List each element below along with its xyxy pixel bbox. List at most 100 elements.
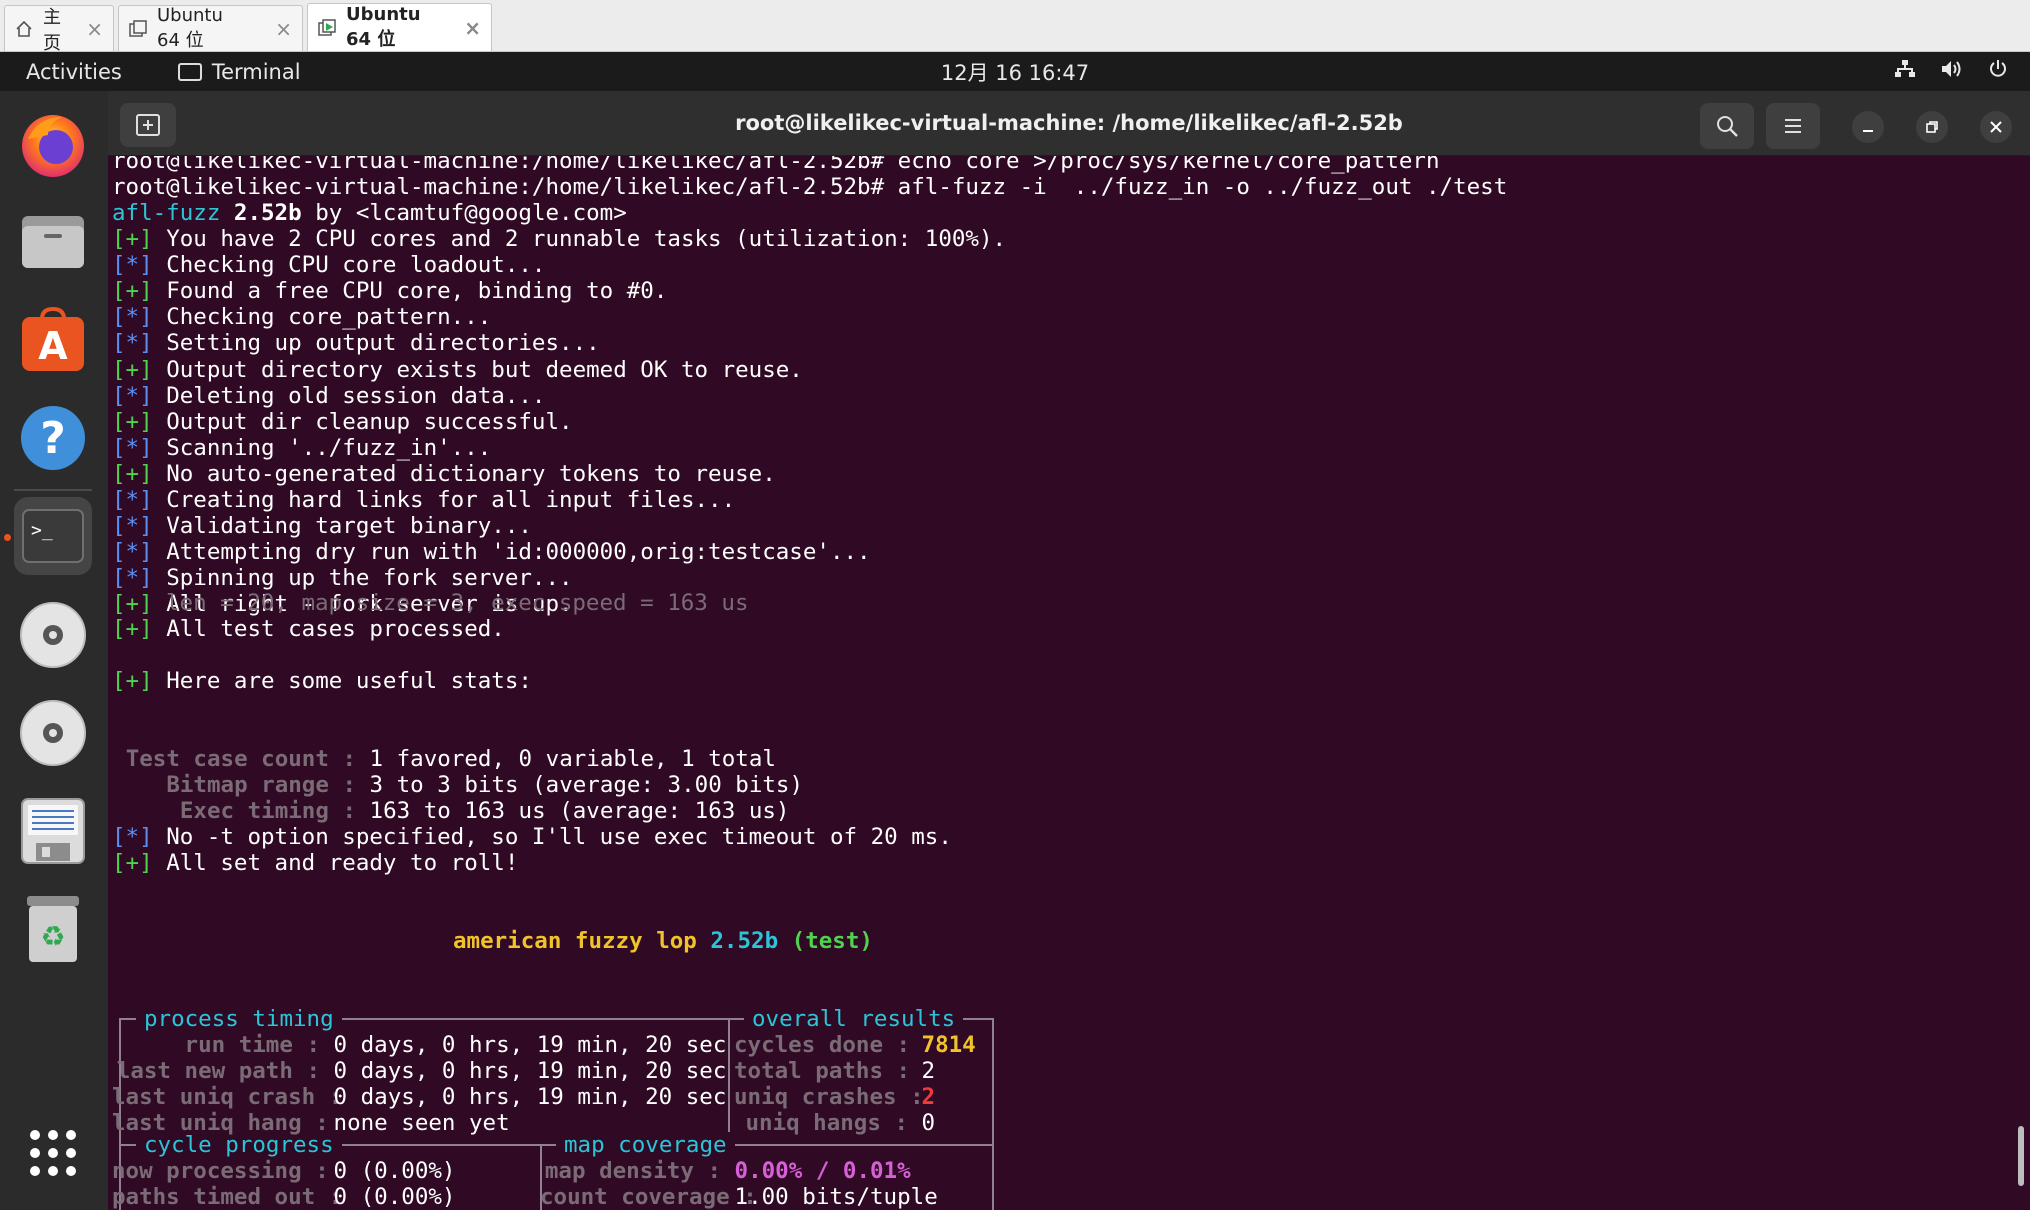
dry-run-stats: len = 20, map size = 3, exec speed = 163… <box>166 590 749 616</box>
host-tab-vm-active[interactable]: Ubuntu 64 位 × <box>307 3 492 51</box>
optical-disc-icon <box>20 602 86 668</box>
overall-results-row: uniq hangs : 0 <box>745 1110 936 1137</box>
close-button[interactable] <box>1980 111 2012 143</box>
message-line: [+] Output dir cleanup successful. <box>112 408 573 435</box>
stat-row: Bitmap range : 3 to 3 bits (average: 3.0… <box>166 772 804 799</box>
app-menu-terminal[interactable]: Terminal <box>177 59 301 84</box>
system-tray[interactable] <box>1894 52 2008 91</box>
map-coverage-header: map coverage <box>556 1132 735 1158</box>
terminal-output[interactable]: root@likelikec-virtual-machine:/home/lik… <box>112 156 2012 1210</box>
process-timing-row: last new path : 0 days, 0 hrs, 19 min, 2… <box>116 1058 727 1085</box>
trash-icon: ♻ <box>27 896 79 962</box>
message-line: [*] Scanning '../fuzz_in'... <box>112 434 492 461</box>
dock-help[interactable]: ? <box>14 399 92 477</box>
terminal-icon: >_ <box>22 509 84 563</box>
process-timing-row: last uniq hang : none seen yet <box>112 1110 510 1137</box>
svg-text:♻: ♻ <box>40 920 65 953</box>
minimize-icon <box>1863 130 1873 132</box>
overall-results-row: total paths : 2 <box>734 1058 936 1085</box>
message-line: [*] Deleting old session data... <box>112 382 546 409</box>
clock-button[interactable]: 12月 16 16:47 <box>941 61 1089 85</box>
dock-firefox[interactable] <box>14 105 92 183</box>
files-icon <box>22 216 84 268</box>
dock-terminal[interactable]: >_ <box>14 497 92 575</box>
minimize-button[interactable] <box>1852 111 1884 143</box>
power-icon[interactable] <box>1988 59 2008 84</box>
output-line: root@likelikec-virtual-machine:/home/lik… <box>112 156 1440 174</box>
vm-running-icon <box>318 18 336 38</box>
stat-row: Exec timing : 163 to 163 us (average: 16… <box>179 798 790 825</box>
floppy-disk-icon <box>21 798 85 864</box>
volume-icon[interactable] <box>1940 59 1964 84</box>
message-line: [+] All set and ready to roll! <box>112 850 519 876</box>
close-icon <box>1990 121 2002 133</box>
clock-area: 12月 16 16:47 <box>0 57 2030 87</box>
dock-disc-2[interactable] <box>14 694 92 772</box>
app-menu-label: Terminal <box>211 59 301 84</box>
message-line: [+] All test cases processed. <box>112 616 505 642</box>
host-tab-vm[interactable]: Ubuntu 64 位 × <box>118 5 303 51</box>
dock: A ? >_ ♻ <box>0 91 108 1210</box>
overall-results-header: overall results <box>744 1006 964 1032</box>
overall-results-row: cycles done : 7814 <box>734 1032 976 1058</box>
message-line: [*] Validating target binary... <box>112 513 532 540</box>
message-line: [*] Attempting dry run with 'id:000000,o… <box>112 539 871 566</box>
cycle-progress-row: now processing : 0 (0.00%) <box>112 1158 456 1184</box>
message-line: [+] No auto-generated dictionary tokens … <box>112 460 776 487</box>
search-button[interactable] <box>1700 103 1754 149</box>
terminal-icon <box>177 62 202 81</box>
map-coverage-row: count coverage : 1.00 bits/tuple <box>540 1184 938 1210</box>
vm-icon <box>129 19 147 39</box>
activities-button[interactable]: Activities <box>26 60 122 84</box>
close-icon[interactable]: × <box>86 17 103 41</box>
message-line: [*] Creating hard links for all input fi… <box>112 487 736 513</box>
search-icon <box>1717 116 1738 137</box>
svg-text:A: A <box>38 324 68 368</box>
optical-disc-icon <box>20 700 86 766</box>
map-coverage-row: map density : 0.00% / 0.01% <box>544 1158 911 1184</box>
process-timing-row: last uniq crash : 0 days, 0 hrs, 19 min,… <box>112 1084 727 1111</box>
message-line: [+] Here are some useful stats: <box>112 668 532 694</box>
svg-text:?: ? <box>40 413 66 464</box>
dock-files[interactable] <box>14 203 92 281</box>
dock-software[interactable]: A <box>14 301 92 379</box>
terminal-window: root@likelikec-virtual-machine: /home/li… <box>108 91 2030 1210</box>
message-line: [+] You have 2 CPU cores and 2 runnable … <box>112 226 1007 252</box>
firefox-icon <box>22 115 84 177</box>
stat-row: Test case count : 1 favored, 0 variable,… <box>125 746 776 772</box>
restore-icon <box>1926 121 1938 133</box>
overall-results-row: uniq crashes : 2 <box>734 1084 936 1111</box>
dock-disc-1[interactable] <box>14 596 92 674</box>
host-tab-label: Ubuntu 64 位 <box>346 4 421 50</box>
scrollbar-thumb[interactable] <box>2018 1126 2024 1186</box>
network-icon[interactable] <box>1894 59 1916 84</box>
banner-line: afl-fuzz 2.52b by <lcamtuf@google.com> <box>112 200 627 226</box>
terminal-titlebar: root@likelikec-virtual-machine: /home/li… <box>108 91 2030 156</box>
app-grid-icon <box>30 1130 76 1176</box>
hamburger-menu-icon <box>1785 119 1801 133</box>
home-icon <box>15 19 33 39</box>
message-line: [*] Setting up output directories... <box>112 330 600 357</box>
maximize-button[interactable] <box>1916 111 1948 143</box>
message-line: [*] Checking core_pattern... <box>112 304 492 331</box>
host-tab-home[interactable]: 主页 × <box>4 5 114 54</box>
message-line: [*] Checking CPU core loadout... <box>112 252 546 279</box>
dock-trash[interactable]: ♻ <box>14 890 92 968</box>
running-indicator <box>4 534 11 541</box>
dock-separator <box>14 489 92 491</box>
cycle-progress-row: paths timed out : 0 (0.00%) <box>112 1184 456 1210</box>
process-timing-row: run time : 0 days, 0 hrs, 19 min, 20 sec <box>184 1032 727 1058</box>
help-icon: ? <box>21 406 85 470</box>
software-store-icon: A <box>22 307 84 371</box>
process-timing-header: process timing <box>136 1006 342 1032</box>
close-icon[interactable]: × <box>275 17 292 41</box>
gnome-top-bar: Activities Terminal 12月 16 16:47 <box>0 52 2030 91</box>
show-apps-button[interactable] <box>14 1114 92 1192</box>
menu-button[interactable] <box>1766 103 1820 149</box>
command-line: root@likelikec-virtual-machine:/home/lik… <box>112 174 1508 200</box>
svg-text:>_: >_ <box>31 520 53 541</box>
dock-floppy[interactable] <box>14 792 92 870</box>
host-tab-strip: 主页 × Ubuntu 64 位 × Ubuntu 64 位 × <box>0 0 2030 54</box>
host-tab-label: Ubuntu 64 位 <box>157 5 223 51</box>
close-icon[interactable]: × <box>464 16 481 40</box>
